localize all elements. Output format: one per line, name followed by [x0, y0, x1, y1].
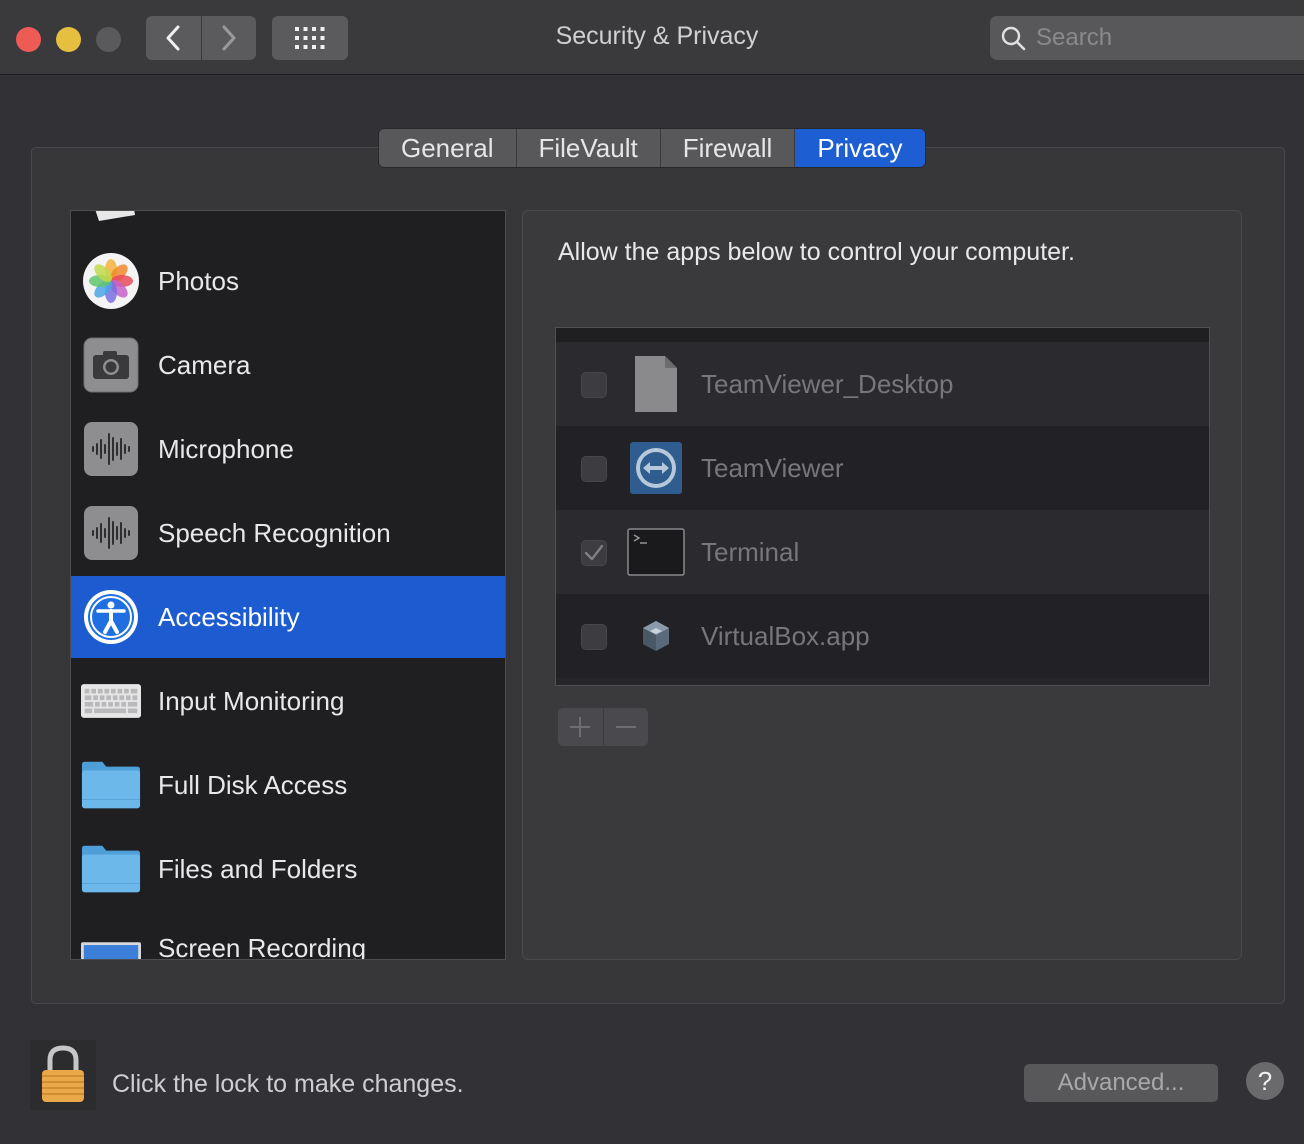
- back-forward-group: [146, 16, 256, 60]
- plus-icon: [570, 717, 591, 737]
- sidebar-item-files-and-folders[interactable]: Files and Folders: [71, 827, 505, 911]
- tab-firewall[interactable]: Firewall: [661, 129, 796, 167]
- folder-icon: [81, 755, 141, 815]
- search-field[interactable]: [990, 16, 1304, 60]
- sidebar-item-input-monitoring[interactable]: Input Monitoring: [71, 659, 505, 743]
- app-list[interactable]: TeamViewer_Desktop TeamViewer Terminal V…: [555, 327, 1210, 686]
- sidebar-item-speech-recognition[interactable]: Speech Recognition: [71, 491, 505, 575]
- virtualbox-icon: [626, 606, 686, 666]
- window-title: Security & Privacy: [555, 22, 759, 50]
- tab-bar: General FileVault Firewall Privacy: [378, 128, 926, 168]
- location-services-icon-partial: [95, 211, 137, 223]
- padlock-icon: [30, 1040, 96, 1110]
- lock-status-text: Click the lock to make changes.: [112, 1070, 464, 1098]
- sidebar-item-label: Full Disk Access: [158, 769, 348, 800]
- app-checkbox[interactable]: [581, 372, 607, 398]
- sidebar-item-label: Screen Recording: [158, 933, 367, 960]
- sidebar-item-photos[interactable]: Photos: [71, 239, 505, 323]
- app-name: TeamViewer: [701, 453, 844, 483]
- app-name: VirtualBox.app: [701, 621, 870, 651]
- remove-app-button[interactable]: [602, 708, 649, 746]
- sidebar-item-microphone[interactable]: Microphone: [71, 407, 505, 491]
- sidebar-item-accessibility[interactable]: Accessibility: [71, 576, 505, 658]
- sidebar-item-screen-recording[interactable]: Screen Recording: [71, 911, 505, 960]
- app-name: Terminal: [701, 537, 800, 567]
- speech-waveform-icon: [81, 503, 141, 563]
- grid-icon: [295, 27, 325, 49]
- screen-icon: [81, 931, 141, 959]
- accessibility-icon: [81, 587, 141, 647]
- sidebar-item-label: Speech Recognition: [158, 517, 391, 548]
- tab-filevault[interactable]: FileVault: [517, 129, 661, 167]
- add-remove-group: [558, 708, 648, 746]
- app-checkbox[interactable]: [581, 540, 607, 566]
- help-button[interactable]: ?: [1246, 1062, 1284, 1100]
- search-icon: [1001, 26, 1026, 51]
- show-all-button[interactable]: [272, 16, 348, 60]
- checkmark-icon: [584, 544, 604, 561]
- sidebar-item-label: Photos: [158, 265, 239, 296]
- tab-general[interactable]: General: [379, 129, 517, 167]
- advanced-button[interactable]: Advanced...: [1024, 1064, 1218, 1102]
- zoom-window-button[interactable]: [96, 27, 121, 52]
- folder-icon: [81, 839, 141, 899]
- sidebar-item-camera[interactable]: Camera: [71, 323, 505, 407]
- keyboard-icon: [81, 671, 141, 731]
- add-app-button[interactable]: [558, 708, 603, 746]
- chevron-right-icon: [222, 25, 236, 51]
- chevron-left-icon: [166, 25, 180, 51]
- tab-privacy[interactable]: Privacy: [795, 129, 925, 167]
- back-button[interactable]: [146, 16, 201, 60]
- app-checkbox[interactable]: [581, 456, 607, 482]
- sidebar-item-label: Accessibility: [158, 601, 300, 632]
- forward-button[interactable]: [200, 16, 257, 60]
- microphone-waveform-icon: [81, 419, 141, 479]
- app-checkbox[interactable]: [581, 624, 607, 650]
- list-item-terminal[interactable]: Terminal: [556, 510, 1209, 594]
- close-window-button[interactable]: [16, 27, 41, 52]
- search-input[interactable]: [1034, 23, 1304, 53]
- sidebar-item-label: Input Monitoring: [158, 685, 345, 716]
- teamviewer-icon: [626, 438, 686, 498]
- lock-button[interactable]: [30, 1040, 96, 1110]
- sidebar-item-full-disk-access[interactable]: Full Disk Access: [71, 743, 505, 827]
- list-item-teamviewer[interactable]: TeamViewer: [556, 426, 1209, 510]
- photos-icon: [81, 251, 141, 311]
- pane-description: Allow the apps below to control your com…: [558, 238, 1075, 266]
- document-icon: [626, 354, 686, 414]
- app-name: TeamViewer_Desktop: [701, 369, 954, 399]
- list-item-virtualbox[interactable]: VirtualBox.app: [556, 594, 1209, 678]
- title-bar: Security & Privacy: [0, 0, 1304, 75]
- minimize-window-button[interactable]: [56, 27, 81, 52]
- privacy-category-list[interactable]: Photos Camera Microphone Speech Recognit…: [70, 210, 506, 960]
- sidebar-item-label: Microphone: [158, 433, 294, 464]
- list-header-strip: [556, 328, 1209, 342]
- camera-icon: [81, 335, 141, 395]
- terminal-icon: [626, 522, 686, 582]
- sidebar-item-label: Files and Folders: [158, 853, 358, 884]
- minus-icon: [615, 726, 636, 728]
- sidebar-item-label: Camera: [158, 349, 251, 380]
- list-item-teamviewer-desktop[interactable]: TeamViewer_Desktop: [556, 342, 1209, 426]
